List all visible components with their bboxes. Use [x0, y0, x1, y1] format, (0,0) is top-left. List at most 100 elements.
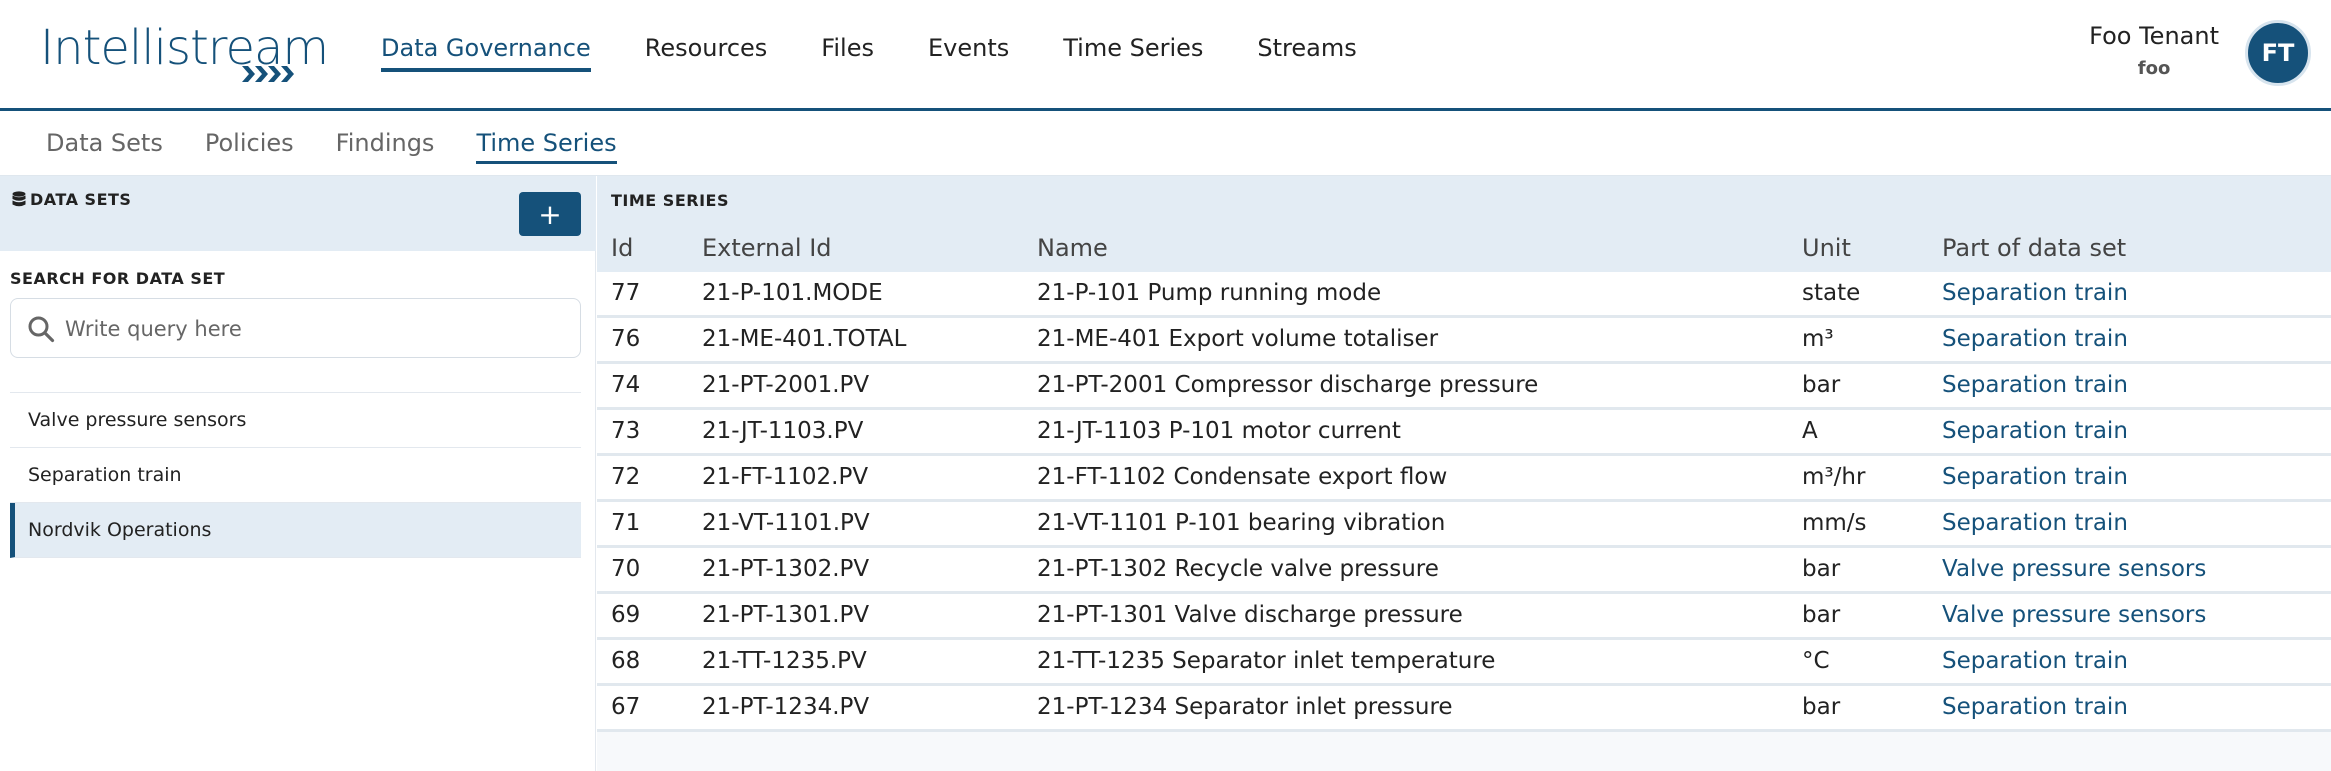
data-set-link[interactable]: Valve pressure sensors	[1942, 602, 2206, 628]
cell-name: 21-ME-401 Export volume totaliser	[1037, 326, 1439, 352]
cell-unit: bar	[1802, 556, 1841, 582]
column-header-part-of-data-set[interactable]: Part of data set	[1942, 234, 2126, 262]
cell-unit: A	[1802, 418, 1818, 444]
add-data-set-button[interactable]: +	[519, 192, 581, 236]
cell-unit: state	[1802, 280, 1861, 306]
data-set-link[interactable]: Separation train	[1942, 280, 2128, 306]
cell-unit: bar	[1802, 602, 1841, 628]
table-row[interactable]: 76 21-ME-401.TOTAL 21-ME-401 Export volu…	[597, 318, 2331, 364]
user-tenant: foo	[2137, 58, 2171, 79]
data-set-link[interactable]: Separation train	[1942, 510, 2128, 536]
cell-unit: m³	[1802, 326, 1834, 352]
cell-unit: m³/hr	[1802, 464, 1866, 490]
avatar[interactable]: FT	[2245, 20, 2311, 86]
cell-external-id: 21-VT-1101.PV	[702, 510, 870, 536]
nav-streams[interactable]: Streams	[1257, 34, 1356, 72]
cell-id: 68	[611, 648, 641, 674]
cell-id: 73	[611, 418, 641, 444]
cell-name: 21-TT-1235 Separator inlet temperature	[1037, 648, 1496, 674]
cell-id: 70	[611, 556, 641, 582]
data-set-link[interactable]: Valve pressure sensors	[1942, 556, 2206, 582]
cell-unit: mm/s	[1802, 510, 1867, 536]
cell-unit: bar	[1802, 372, 1841, 398]
data-set-item-valve-pressure-sensors[interactable]: Valve pressure sensors	[10, 393, 581, 448]
cell-name: 21-PT-1301 Valve discharge pressure	[1037, 602, 1463, 628]
cell-external-id: 21-PT-2001.PV	[702, 372, 870, 398]
chevrons-logo-icon	[242, 66, 294, 82]
cell-external-id: 21-JT-1103.PV	[702, 418, 864, 444]
table-row[interactable]: 69 21-PT-1301.PV 21-PT-1301 Valve discha…	[597, 594, 2331, 640]
table-row[interactable]: 72 21-FT-1102.PV 21-FT-1102 Condensate e…	[597, 456, 2331, 502]
search-input[interactable]	[65, 313, 565, 345]
time-series-table-body: 77 21-P-101.MODE 21-P-101 Pump running m…	[597, 272, 2331, 732]
table-header: Id External Id Name Unit Part of data se…	[597, 234, 2331, 264]
search-box[interactable]	[10, 298, 581, 358]
cell-id: 72	[611, 464, 641, 490]
cell-external-id: 21-P-101.MODE	[702, 280, 883, 306]
search-icon	[28, 316, 55, 343]
cell-name: 21-PT-1302 Recycle valve pressure	[1037, 556, 1439, 582]
time-series-header: TIME SERIES Id External Id Name Unit Par…	[597, 176, 2331, 272]
data-set-link[interactable]: Separation train	[1942, 694, 2128, 720]
cell-external-id: 21-ME-401.TOTAL	[702, 326, 907, 352]
data-set-link[interactable]: Separation train	[1942, 418, 2128, 444]
cell-id: 69	[611, 602, 641, 628]
cell-id: 74	[611, 372, 641, 398]
table-row[interactable]: 71 21-VT-1101.PV 21-VT-1101 P-101 bearin…	[597, 502, 2331, 548]
table-row[interactable]: 77 21-P-101.MODE 21-P-101 Pump running m…	[597, 272, 2331, 318]
column-header-name[interactable]: Name	[1037, 234, 1108, 262]
data-set-item-separation-train[interactable]: Separation train	[10, 448, 581, 503]
data-set-link[interactable]: Separation train	[1942, 648, 2128, 674]
cell-name: 21-VT-1101 P-101 bearing vibration	[1037, 510, 1446, 536]
cell-id: 76	[611, 326, 641, 352]
cell-name: 21-PT-2001 Compressor discharge pressure	[1037, 372, 1539, 398]
cell-unit: °C	[1802, 648, 1830, 674]
data-set-link[interactable]: Separation train	[1942, 326, 2128, 352]
cell-name: 21-P-101 Pump running mode	[1037, 280, 1382, 306]
data-set-link[interactable]: Separation train	[1942, 372, 2128, 398]
data-sets-header: DATA SETS +	[0, 176, 596, 251]
time-series-panel: TIME SERIES Id External Id Name Unit Par…	[597, 176, 2331, 771]
database-icon	[12, 191, 26, 207]
cell-external-id: 21-FT-1102.PV	[702, 464, 869, 490]
data-set-link[interactable]: Separation train	[1942, 464, 2128, 490]
cell-external-id: 21-PT-1234.PV	[702, 694, 870, 720]
table-row[interactable]: 70 21-PT-1302.PV 21-PT-1302 Recycle valv…	[597, 548, 2331, 594]
table-row[interactable]: 67 21-PT-1234.PV 21-PT-1234 Separator in…	[597, 686, 2331, 732]
cell-name: 21-JT-1103 P-101 motor current	[1037, 418, 1401, 444]
column-header-unit[interactable]: Unit	[1802, 234, 1851, 262]
column-header-external-id[interactable]: External Id	[702, 234, 832, 262]
cell-name: 21-FT-1102 Condensate export flow	[1037, 464, 1448, 490]
intellistream-logo[interactable]: Intellistream	[40, 20, 329, 90]
data-sets-title-wrap: DATA SETS	[12, 190, 131, 209]
cell-external-id: 21-PT-1301.PV	[702, 602, 870, 628]
tab-policies[interactable]: Policies	[205, 129, 294, 164]
nav-events[interactable]: Events	[928, 34, 1009, 72]
user-name: Foo Tenant	[2089, 22, 2219, 50]
top-header: Intellistream Data Governance Resources …	[0, 0, 2331, 111]
cell-external-id: 21-PT-1302.PV	[702, 556, 870, 582]
time-series-title: TIME SERIES	[611, 191, 729, 210]
table-row[interactable]: 68 21-TT-1235.PV 21-TT-1235 Separator in…	[597, 640, 2331, 686]
data-sets-title: DATA SETS	[30, 190, 132, 209]
data-set-item-nordvik-operations[interactable]: Nordvik Operations	[10, 503, 581, 558]
sub-nav: Data Sets Policies Findings Time Series	[0, 111, 2331, 176]
nav-time-series[interactable]: Time Series	[1063, 34, 1203, 72]
table-row[interactable]: 74 21-PT-2001.PV 21-PT-2001 Compressor d…	[597, 364, 2331, 410]
cell-id: 71	[611, 510, 641, 536]
nav-data-governance[interactable]: Data Governance	[381, 34, 591, 72]
data-sets-panel: DATA SETS + SEARCH FOR DATA SET Valve pr…	[0, 176, 596, 771]
data-set-list: Valve pressure sensors Separation train …	[10, 392, 581, 558]
cell-id: 67	[611, 694, 641, 720]
nav-files[interactable]: Files	[821, 34, 874, 72]
cell-name: 21-PT-1234 Separator inlet pressure	[1037, 694, 1453, 720]
main-nav: Data Governance Resources Files Events T…	[381, 34, 1411, 72]
table-row[interactable]: 73 21-JT-1103.PV 21-JT-1103 P-101 motor …	[597, 410, 2331, 456]
nav-resources[interactable]: Resources	[645, 34, 768, 72]
cell-external-id: 21-TT-1235.PV	[702, 648, 867, 674]
user-info[interactable]: Foo Tenant foo	[2089, 22, 2219, 79]
tab-data-sets[interactable]: Data Sets	[46, 129, 163, 164]
tab-findings[interactable]: Findings	[336, 129, 435, 164]
column-header-id[interactable]: Id	[611, 234, 633, 262]
tab-time-series[interactable]: Time Series	[476, 129, 617, 164]
